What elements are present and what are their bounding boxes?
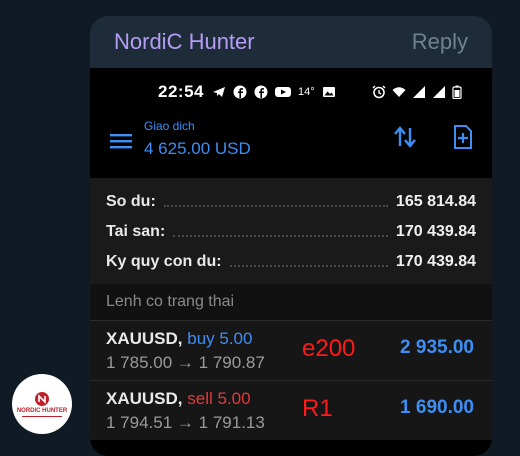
order-title: XAUUSD, buy 5.00 [106, 329, 252, 349]
dotted-leader [163, 205, 388, 207]
status-time: 22:54 [158, 82, 204, 101]
order-current-price: 1 790.87 [198, 353, 265, 372]
order-open-price: 1 785.00 [106, 353, 173, 372]
message-bubble: NordiC Hunter Reply 22:54 14° Giao dich … [90, 16, 492, 456]
order-profit: 1 690.00 [400, 397, 474, 418]
order-symbol: XAUUSD, [106, 329, 183, 348]
signal-icon [412, 86, 425, 98]
order-title: XAUUSD, sell 5.00 [106, 389, 251, 409]
dotted-leader [229, 265, 388, 267]
order-row[interactable]: XAUUSD, buy 5.00 1 785.00 → 1 790.87 e20… [90, 320, 492, 380]
account-summary: So du: 165 814.84 Tai san: 170 439.84 Ky… [90, 178, 492, 284]
order-annotation: R1 [302, 395, 333, 422]
screenshot-image[interactable]: 22:54 14° Giao dich 4 625.00 USD So du: … [90, 68, 492, 456]
image-icon [322, 87, 335, 97]
summary-label: Ky quy con du: [106, 253, 222, 270]
menu-icon[interactable] [110, 132, 132, 150]
summary-value: 170 439.84 [395, 223, 476, 240]
status-icons-left: 14° [212, 85, 336, 99]
sort-icon[interactable] [392, 124, 418, 150]
summary-label: Tai san: [106, 223, 166, 240]
order-profit: 2 935.00 [400, 337, 474, 358]
summary-row-balance: So du: 165 814.84 [106, 190, 476, 214]
avatar-logo-text: NORDIC HUNTER [16, 408, 68, 414]
order-annotation: e200 [302, 335, 356, 362]
order-side: sell 5.00 [187, 389, 251, 408]
account-balance: 4 625.00 USD [144, 139, 251, 158]
app-bar: Giao dich 4 625.00 USD [90, 116, 492, 168]
arrow-right-icon: → [176, 353, 194, 372]
youtube-icon [274, 87, 291, 97]
avatar-logo-divider [22, 416, 62, 417]
wifi-icon [392, 87, 406, 97]
new-order-icon[interactable] [453, 124, 473, 150]
sender-name[interactable]: NordiC Hunter [114, 29, 255, 55]
account-info[interactable]: Giao dich 4 625.00 USD [144, 119, 251, 161]
summary-row-equity: Tai san: 170 439.84 [106, 220, 476, 244]
order-prices: 1 794.51 → 1 791.13 [106, 413, 265, 433]
telegram-icon [212, 87, 225, 97]
signal-icon [432, 86, 445, 98]
arrow-right-icon: → [176, 413, 194, 432]
summary-row-free-margin: Ky quy con du: 170 439.84 [106, 250, 476, 274]
order-side: buy 5.00 [187, 329, 253, 348]
order-prices: 1 785.00 → 1 790.87 [106, 353, 265, 373]
summary-value: 170 439.84 [395, 253, 476, 270]
facebook-icon [254, 85, 268, 99]
facebook-icon [233, 85, 247, 99]
status-temperature: 14° [297, 86, 315, 98]
order-row[interactable]: XAUUSD, sell 5.00 1 794.51 → 1 791.13 R1… [90, 380, 492, 440]
message-header: NordiC Hunter Reply [90, 16, 492, 68]
alarm-icon [372, 85, 386, 99]
order-symbol: XAUUSD, [106, 389, 183, 408]
nordic-hunter-logo-icon [35, 392, 49, 406]
battery-icon [452, 85, 462, 99]
dotted-leader [173, 235, 388, 237]
summary-value: 165 814.84 [395, 193, 476, 210]
summary-label: So du: [106, 193, 156, 210]
reply-button[interactable]: Reply [412, 29, 468, 55]
order-open-price: 1 794.51 [106, 413, 173, 432]
status-icons-right [372, 85, 462, 99]
section-title: Lenh co trang thai [90, 284, 492, 320]
account-label: Giao dich [144, 119, 195, 133]
order-current-price: 1 791.13 [198, 413, 265, 432]
status-bar: 22:54 14° [90, 68, 492, 116]
avatar[interactable]: NORDIC HUNTER [12, 374, 72, 434]
